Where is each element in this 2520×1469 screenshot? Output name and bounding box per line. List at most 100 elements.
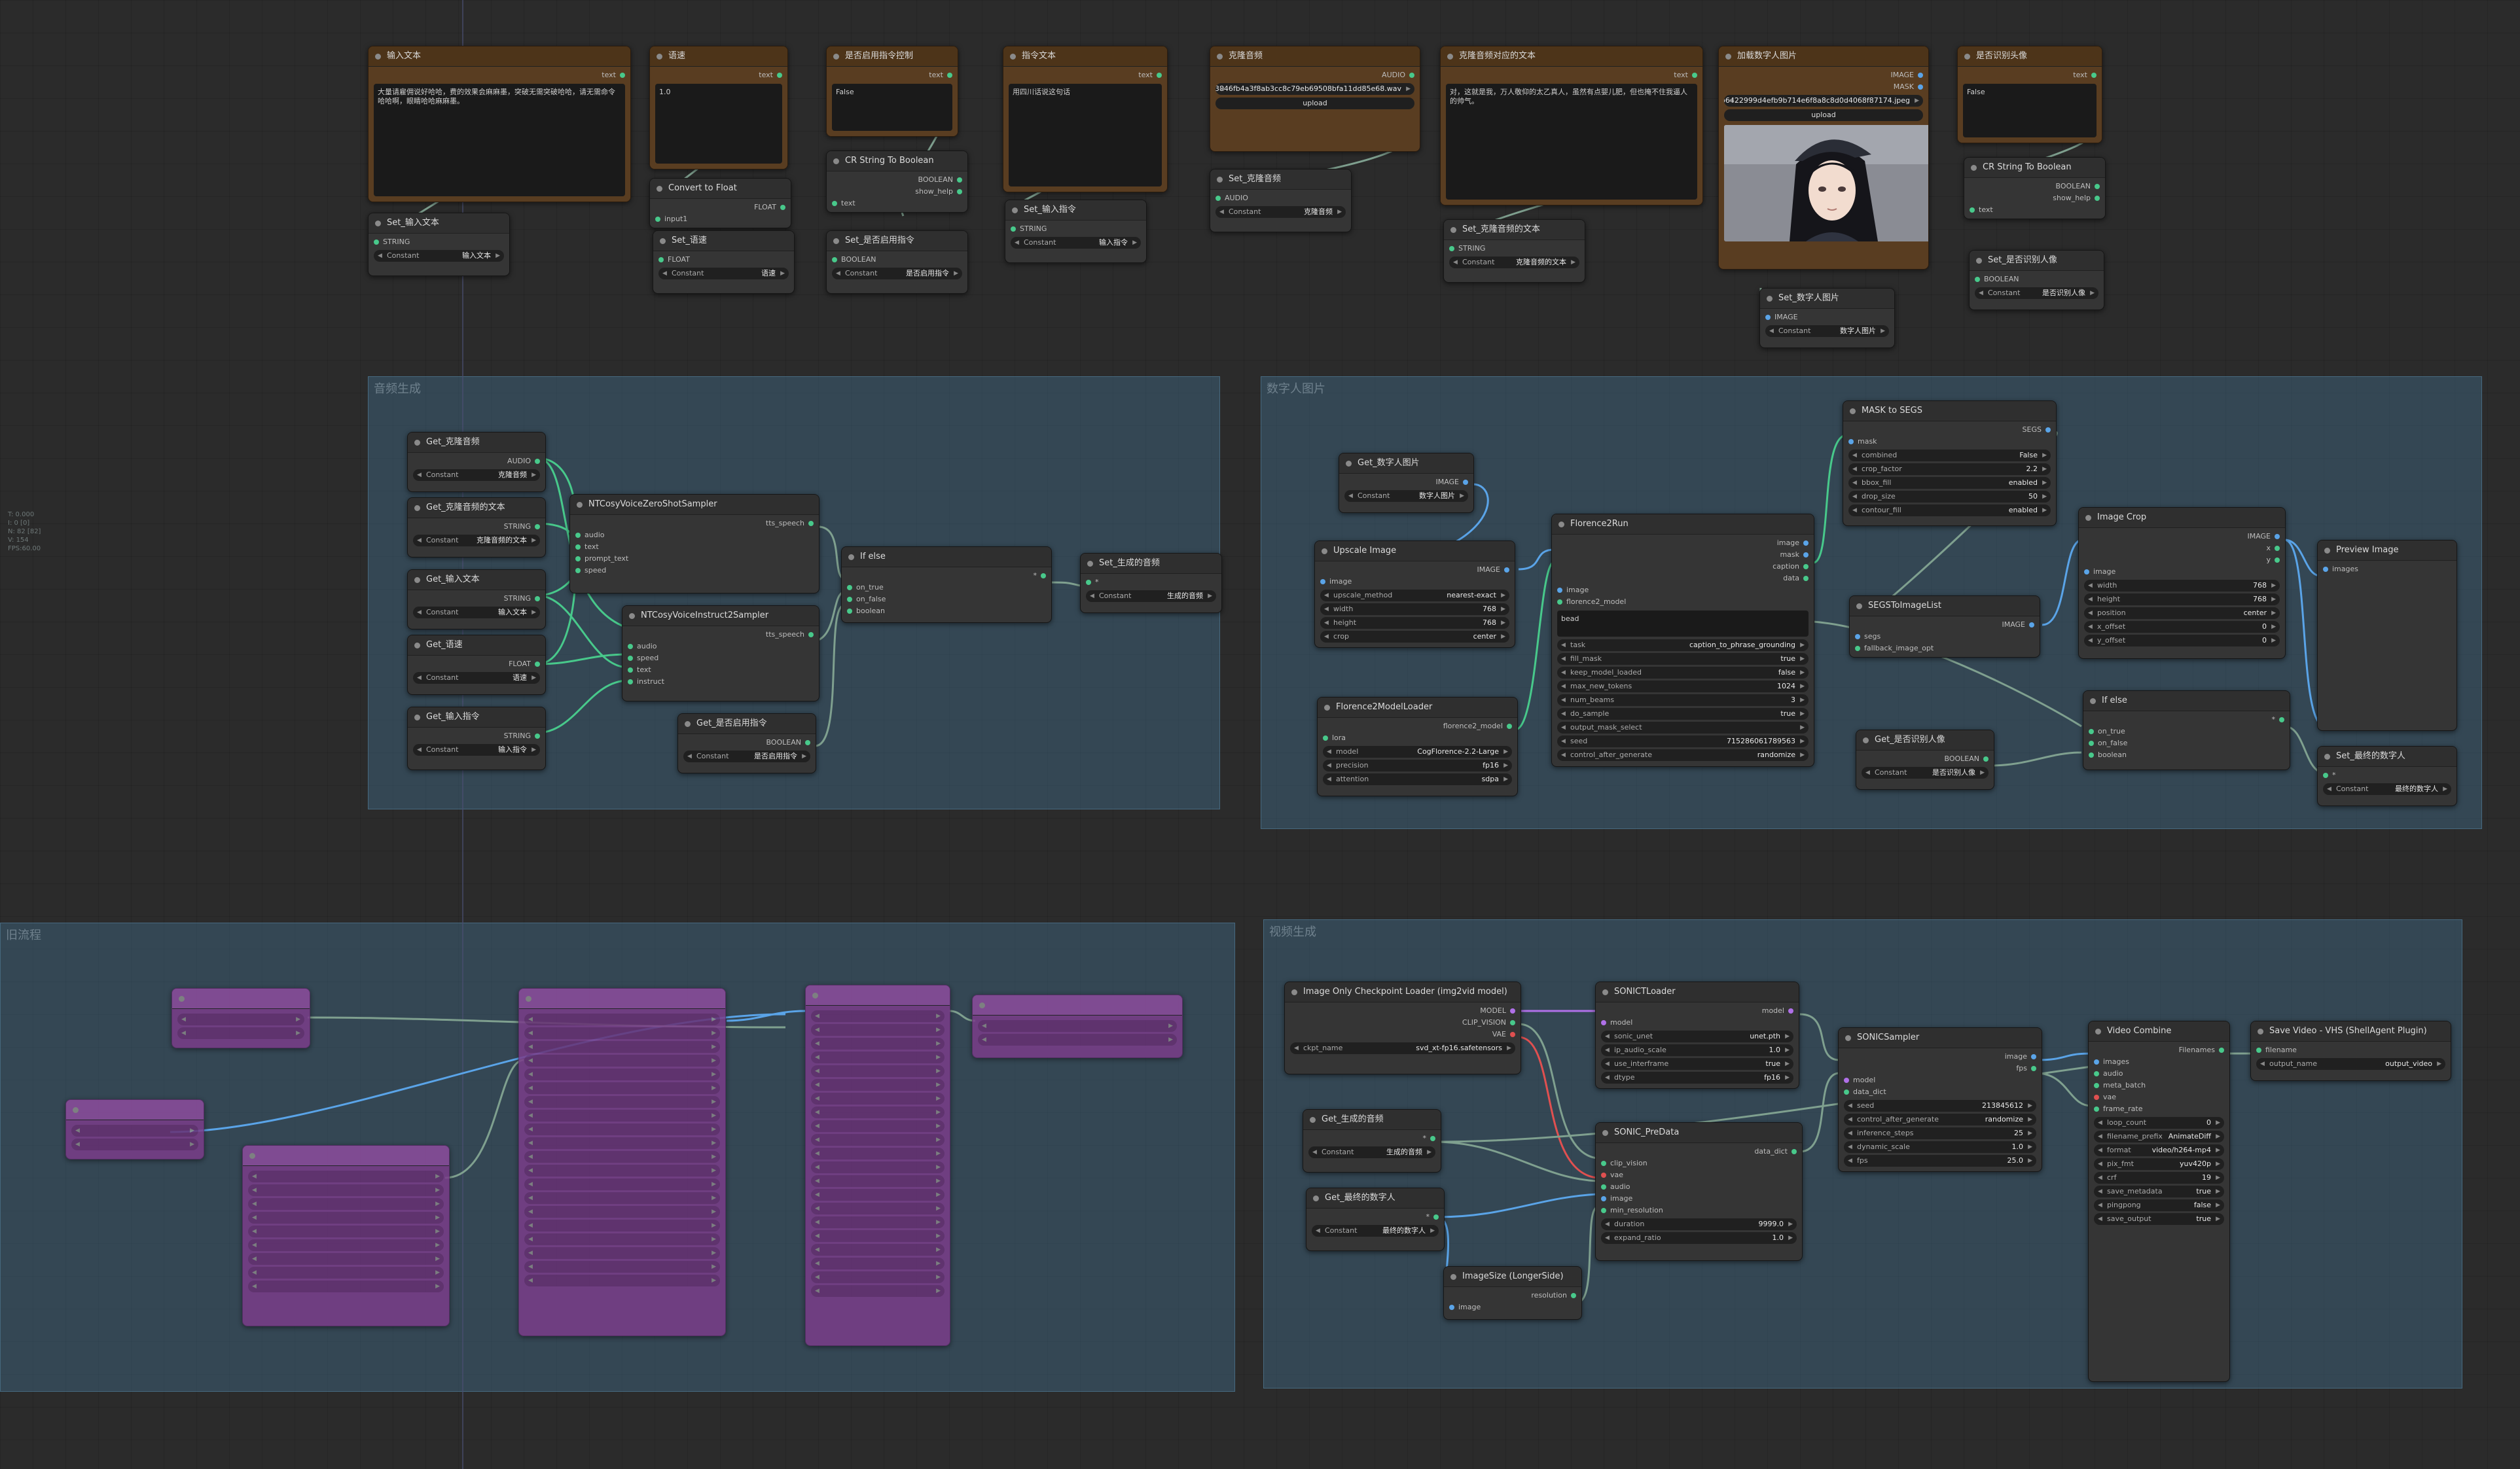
- input-slot[interactable]: segs: [1855, 631, 2034, 643]
- node-143[interactable]: SONICTLoader#143modelmodelsonic_unetunet…: [1595, 982, 1799, 1089]
- output-slot[interactable]: text: [655, 69, 782, 81]
- node-62[interactable]: NTCosyVoiceInstruct2Sampler#62 tts_speech…: [622, 605, 819, 701]
- input-slot[interactable]: audio: [628, 641, 814, 652]
- input-slot[interactable]: on_true: [847, 582, 1046, 593]
- widget-placeholder[interactable]: [177, 1027, 304, 1039]
- widget-control-after-generate[interactable]: control_after_generate randomize: [1844, 1114, 2036, 1125]
- widget-do-sample[interactable]: do_sample true: [1557, 708, 1809, 720]
- input-slot[interactable]: audio: [575, 529, 814, 541]
- widget-save-output[interactable]: save_output true: [2094, 1213, 2224, 1225]
- widget-placeholder[interactable]: [71, 1139, 198, 1150]
- input-slot[interactable]: audio: [2094, 1068, 2224, 1080]
- node-48[interactable]: Florence2Run#48imagemaskcaptiondataimage…: [1551, 514, 1814, 767]
- widget-control-after-generate[interactable]: control_after_generate randomize: [1557, 749, 1809, 761]
- widget-max-new-tokens[interactable]: max_new_tokens 1024: [1557, 681, 1809, 692]
- node-title[interactable]: Set_数字人图片: [1760, 289, 1894, 309]
- output-slot[interactable]: *: [1312, 1211, 1439, 1223]
- node-setget-19[interactable]: Get_克隆音频 AUDIO Constant 克隆音频: [407, 432, 546, 492]
- widget-seed[interactable]: seed 213845612: [1844, 1100, 2036, 1112]
- text-area[interactable]: 1.0: [655, 84, 782, 164]
- node-title[interactable]: 输入文本: [369, 46, 630, 67]
- node-setget-18[interactable]: Set_是否识别人像 BOOLEAN Constant 是否识别人像: [1969, 250, 2104, 310]
- output-slot[interactable]: SEGS: [1848, 424, 2051, 436]
- output-slot[interactable]: model: [1601, 1005, 1793, 1017]
- widget-loop-count[interactable]: loop_count 0: [2094, 1117, 2224, 1129]
- node-title[interactable]: Image Only Checkpoint Loader (img2vid mo…: [1285, 982, 1521, 1002]
- widget-placeholder[interactable]: [524, 1275, 720, 1286]
- text-area[interactable]: False: [1963, 84, 2097, 137]
- widget-crop-factor[interactable]: crop_factor 2.2: [1848, 463, 2051, 475]
- input-slot[interactable]: boolean: [2089, 749, 2284, 761]
- node-title[interactable]: Set_输入文本: [369, 213, 509, 234]
- node-setget-8[interactable]: Set_输入文本 STRING Constant 输入文本: [368, 213, 510, 276]
- node-155[interactable]: Video Combine#155Filenamesimagesaudiomet…: [2088, 1021, 2230, 1382]
- widget-placeholder[interactable]: [524, 1110, 720, 1122]
- widget-constant[interactable]: Constant 是否启用指令: [832, 268, 962, 279]
- widget-seed[interactable]: seed 715286061789563: [1557, 735, 1809, 747]
- node-66[interactable]: If else#66 *on_trueon_falseboolean: [841, 546, 1052, 623]
- output-slot[interactable]: IMAGE: [1855, 619, 2034, 631]
- input-slot[interactable]: model: [1844, 1074, 2036, 1086]
- output-slot[interactable]: *: [2089, 714, 2284, 726]
- widget-dtype[interactable]: dtype fp16: [1601, 1072, 1793, 1084]
- node-setget-26[interactable]: Get_是否启用指令 BOOLEAN Constant 是否启用指令: [677, 713, 816, 773]
- node-setget-14[interactable]: Set_克隆音频 AUDIO Constant 克隆音频: [1210, 169, 1352, 232]
- input-slot[interactable]: BOOLEAN: [1975, 274, 2098, 285]
- node-title[interactable]: Set_克隆音频的文本: [1444, 220, 1585, 240]
- node-88[interactable]: CR String To Boolean#88 BOOLEANshow_helpt…: [1964, 157, 2106, 219]
- input-slot[interactable]: *: [1086, 576, 1216, 588]
- input-slot[interactable]: vae: [1601, 1169, 1797, 1181]
- node-title[interactable]: ImageSize (LongerSide): [1444, 1267, 1581, 1287]
- bypassed-node[interactable]: [972, 995, 1183, 1058]
- widget-placeholder[interactable]: [811, 1285, 945, 1297]
- node-title[interactable]: Get_数字人图片: [1339, 453, 1473, 474]
- output-slot[interactable]: STRING: [413, 593, 540, 605]
- input-slot[interactable]: mask: [1848, 436, 2051, 448]
- widget-y-offset[interactable]: y_offset 0: [2084, 635, 2280, 646]
- node-title[interactable]: SONICTLoader: [1596, 982, 1799, 1002]
- input-slot[interactable]: image: [1449, 1301, 1576, 1313]
- output-slot[interactable]: text: [374, 69, 625, 81]
- widget-format[interactable]: format video/h264-mp4: [2094, 1144, 2224, 1156]
- widget-constant[interactable]: Constant 输入文本: [413, 607, 540, 618]
- input-slot[interactable]: STRING: [1011, 223, 1141, 235]
- bypassed-node[interactable]: [242, 1145, 450, 1326]
- widget-keep-model-loaded[interactable]: keep_model_loaded false: [1557, 667, 1809, 679]
- node-title[interactable]: Set_语速: [653, 231, 794, 251]
- node-title[interactable]: SONIC_PreData: [1596, 1123, 1802, 1143]
- widget-crf[interactable]: crf 19: [2094, 1172, 2224, 1184]
- node-title[interactable]: MASK to SEGS: [1843, 401, 2056, 421]
- node-title[interactable]: NTCosyVoiceInstruct2Sampler: [622, 606, 819, 626]
- widget-placeholder[interactable]: [811, 1230, 945, 1242]
- widget-combined[interactable]: combined False: [1848, 450, 2051, 461]
- widget-placeholder[interactable]: [524, 1206, 720, 1218]
- widget-constant[interactable]: Constant 语速: [413, 672, 540, 684]
- node-title[interactable]: Get_克隆音频: [408, 433, 545, 453]
- widget-placeholder[interactable]: [71, 1125, 198, 1137]
- node-title[interactable]: 语速: [650, 46, 787, 67]
- widget-precision[interactable]: precision fp16: [1323, 760, 1512, 771]
- node-81[interactable]: Convert to Float#81 FLOATinput1: [649, 178, 791, 228]
- input-slot[interactable]: input1: [655, 213, 785, 225]
- node-157[interactable]: Save Video - VHS (ShellAgent Plugin)#157…: [2250, 1021, 2451, 1081]
- widget-placeholder[interactable]: [524, 1220, 720, 1231]
- output-slot[interactable]: AUDIO: [413, 455, 540, 467]
- output-slot[interactable]: *: [847, 570, 1046, 582]
- node-title[interactable]: Get_语速: [408, 635, 545, 656]
- output-slot[interactable]: show_help: [832, 186, 962, 198]
- input-slot[interactable]: frame_rate: [2094, 1103, 2224, 1115]
- widget-constant[interactable]: Constant 语速: [658, 268, 789, 279]
- node-title[interactable]: Set_是否启用指令: [827, 231, 967, 251]
- output-slot[interactable]: caption: [1557, 561, 1809, 573]
- node-setget-15[interactable]: Set_克隆音频的文本 STRING Constant 克隆音频的文本: [1443, 219, 1585, 283]
- output-slot[interactable]: text: [1963, 69, 2097, 81]
- output-slot[interactable]: florence2_model: [1323, 720, 1512, 732]
- node-130[interactable]: If else#130 *on_trueon_falseboolean: [2083, 690, 2290, 770]
- widget-placeholder[interactable]: [524, 1233, 720, 1245]
- input-slot[interactable]: lora: [1323, 732, 1512, 744]
- output-slot[interactable]: IMAGE: [1344, 476, 1468, 488]
- widget-model[interactable]: model CogFlorence-2.2-Large: [1323, 746, 1512, 758]
- widget-constant[interactable]: Constant 是否识别人像: [1862, 767, 1989, 779]
- widget-placeholder[interactable]: [811, 1010, 945, 1022]
- node-title[interactable]: Convert to Float: [650, 179, 791, 199]
